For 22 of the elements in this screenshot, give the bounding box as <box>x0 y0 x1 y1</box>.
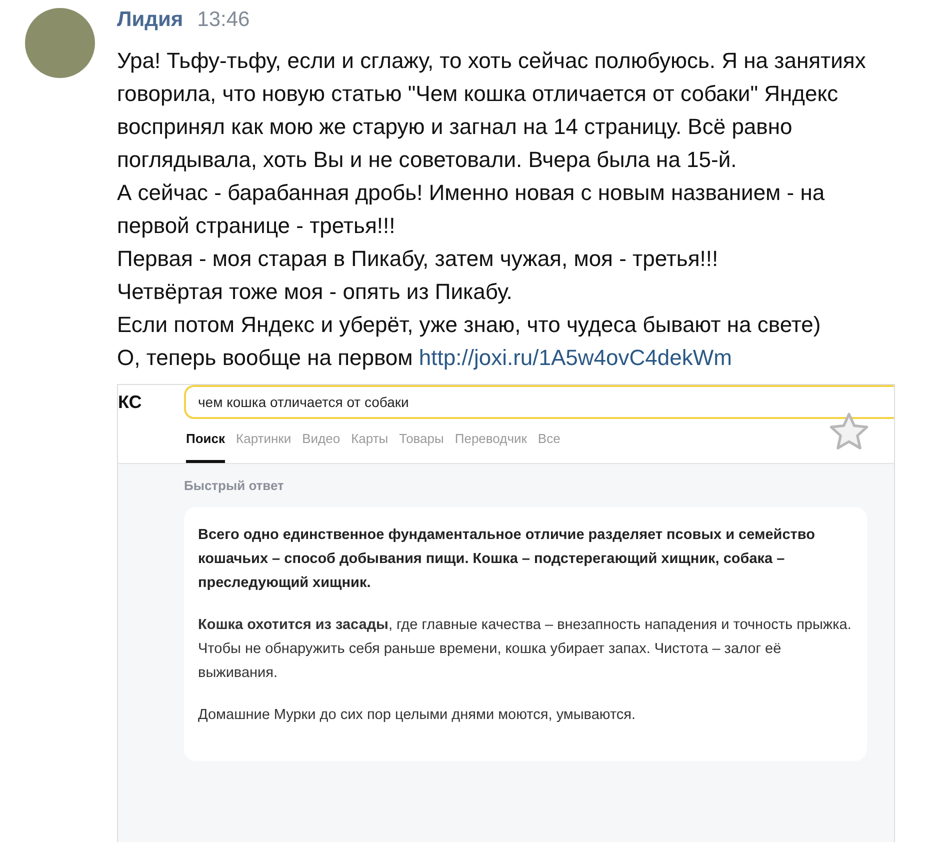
search-tab[interactable]: Все <box>538 431 560 463</box>
search-tab[interactable]: Переводчик <box>454 431 527 463</box>
message-text: Первая - моя старая в Пикабу, затем чужая, моя - третья!!! <box>117 245 720 273</box>
author-name[interactable]: Лидия <box>117 8 184 32</box>
answer-text: Домашние Мурки до сих пор целыми днями моются, умываются. <box>198 706 637 725</box>
message-text: Если потом Яндекс и уберёт, уже знаю, что чудеса бывают на свете) <box>117 311 822 339</box>
search-tab[interactable]: Видео <box>302 431 340 463</box>
message-text: А сейчас - барабанная дробь! Именно новая с новым названием - на первой странице - третья!!! <box>117 179 826 240</box>
answer-text: Всего одно единственное фундаментальное отличие разделяет псовых и семейство кошачьих – способ добывания пищи. Кошка – подстерегающий хищник, собака – преследующий хищник. <box>198 526 816 593</box>
logo-text: КС <box>118 392 143 412</box>
answer-text: Кошка охотится из засады, где главные качества – внезапность нападения и точность прыжка. Чтобы не обнаружить себя раньше времени, кошка убирает запах. Чистота – залог её выживания. <box>198 616 852 683</box>
section-label: Быстрый ответ <box>184 478 285 493</box>
message-time: 13:46 <box>197 8 250 32</box>
message-link[interactable]: http://joxi.ru/1A5w4ovC4dekWm <box>418 345 732 370</box>
search-tab[interactable]: Товары <box>399 431 444 463</box>
search-field[interactable]: чем кошка отличается от собаки <box>184 385 894 419</box>
search-tab[interactable]: Поиск <box>186 431 226 463</box>
message-text: Четвёртая тоже моя - опять из Пикабу. <box>117 278 514 306</box>
message-text: Ура! Тьфу-тьфу, если и сглажу, то хоть сейчас полюбуюсь. Я на занятиях говорила, что новую статью "Чем кошка отличается от собаки" Яндекс воспринял как мою же старую и загнал на 14 страницу. Всё равно поглядывала, хоть Вы и не советовали. Вчера была на 15-й. <box>117 47 867 174</box>
message-text: О, теперь вообще на первом http://joxi.ru/1A5w4ovC4dekWm <box>117 344 733 372</box>
search-tab[interactable]: Картинки <box>236 431 292 463</box>
search-tab[interactable]: Карты <box>351 431 388 463</box>
